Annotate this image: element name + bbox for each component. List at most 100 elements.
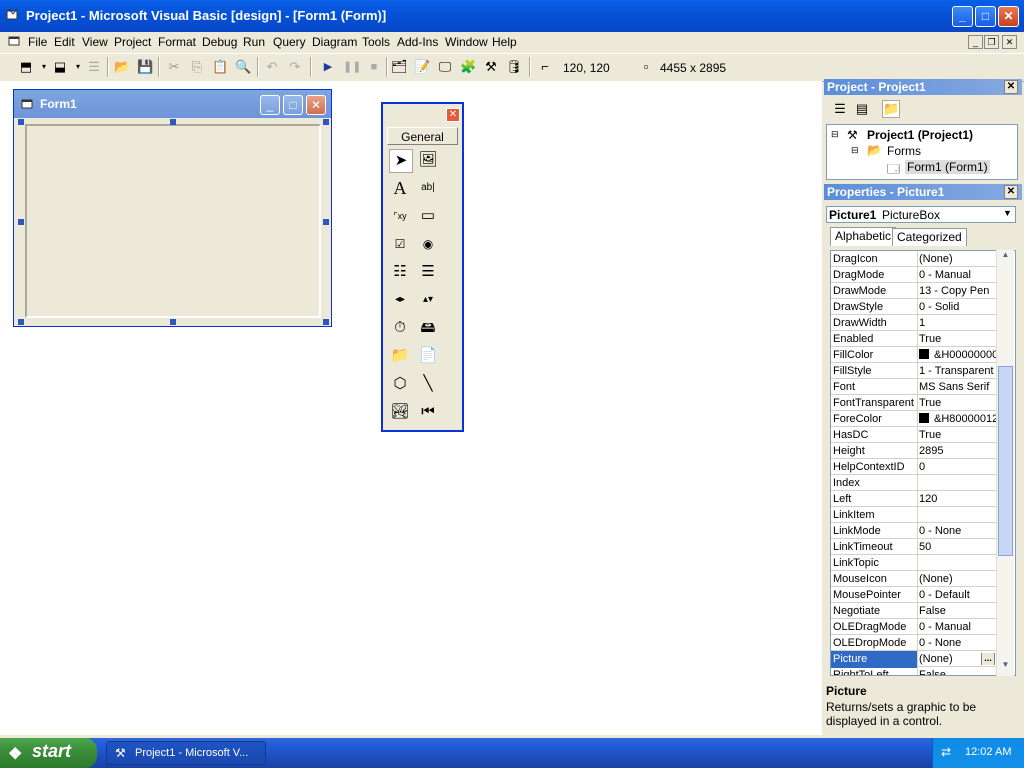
menu-add-ins[interactable]: Add-Ins	[397, 35, 438, 49]
property-row[interactable]: LinkTopic	[831, 555, 997, 571]
form-layout-icon[interactable]: 🖵	[437, 59, 453, 75]
paste-icon[interactable]: 📋	[212, 59, 228, 75]
collapse-icon[interactable]: ⊟	[831, 129, 839, 140]
menu-format[interactable]: Format	[158, 35, 196, 49]
property-row[interactable]: LinkTimeout 50	[831, 539, 997, 555]
redo-icon[interactable]: ↷	[287, 59, 303, 75]
tree-form1-item[interactable]: Form1 (Form1)	[905, 160, 990, 174]
object-browser-icon[interactable]: 🧩	[460, 59, 476, 75]
listbox-tool-icon[interactable]: ☰	[417, 261, 439, 283]
drivelistbox-tool-icon[interactable]: 🖴	[417, 317, 439, 339]
add-project-icon[interactable]: ⬒	[18, 59, 34, 75]
resize-handle[interactable]	[18, 119, 24, 125]
ellipsis-button[interactable]: ...	[981, 653, 995, 665]
filelistbox-tool-icon[interactable]: 📄	[417, 345, 439, 367]
taskbar-button-vb[interactable]: ⚒ Project1 - Microsoft V...	[106, 741, 266, 765]
toolbox-icon[interactable]: ⚒	[483, 59, 499, 75]
view-code-icon[interactable]: ☰	[832, 101, 848, 117]
save-icon[interactable]: 💾	[137, 59, 153, 75]
property-value[interactable]: 50	[919, 541, 997, 553]
open-folder-icon[interactable]: 📂	[114, 59, 130, 75]
property-row[interactable]: Height 2895	[831, 443, 997, 459]
data-tool-icon[interactable]: ⏮	[417, 401, 439, 423]
tab-alphabetic[interactable]: Alphabetic	[830, 227, 897, 246]
property-row[interactable]: ForeColor &H80000012	[831, 411, 997, 427]
property-row[interactable]: Picture (None)...	[831, 651, 997, 668]
pointer-tool-icon[interactable]: ➤	[389, 149, 413, 173]
end-icon[interactable]: ■	[366, 59, 382, 75]
property-row[interactable]: DrawMode 13 - Copy Pen	[831, 283, 997, 299]
property-value[interactable]: &H00000000	[919, 349, 997, 361]
menu-file[interactable]: File	[28, 35, 47, 49]
property-value[interactable]: False	[919, 669, 997, 675]
checkbox-tool-icon[interactable]: ☑	[389, 233, 411, 255]
chevron-down-icon[interactable]: ▼	[1003, 208, 1012, 218]
property-row[interactable]: Enabled True	[831, 331, 997, 347]
network-icon[interactable]: ⇄	[941, 745, 951, 759]
menu-project[interactable]: Project	[114, 35, 151, 49]
picturebox-tool-icon[interactable]: 🖼	[417, 149, 439, 171]
properties-panel-close-button[interactable]: ✕	[1004, 185, 1018, 199]
picture1-picturebox[interactable]	[25, 124, 321, 318]
cut-icon[interactable]: ✂	[166, 59, 182, 75]
combobox-tool-icon[interactable]: ☷	[389, 261, 411, 283]
tree-project-root[interactable]: Project1 (Project1)	[867, 128, 973, 142]
property-row[interactable]: Left 120	[831, 491, 997, 507]
properties-scrollbar[interactable]: ▲ ▼	[996, 250, 1014, 676]
frame-tool-icon[interactable]: ⌜xy	[389, 205, 411, 227]
resize-handle[interactable]	[323, 219, 329, 225]
menu-run[interactable]: Run	[243, 35, 265, 49]
toolbox-close-button[interactable]: ✕	[446, 108, 460, 122]
menu-editor-icon[interactable]: ☰	[86, 59, 102, 75]
scroll-thumb[interactable]	[998, 366, 1013, 556]
property-value[interactable]: (None)	[919, 253, 997, 265]
property-row[interactable]: OLEDropMode 0 - None	[831, 635, 997, 651]
form1-window[interactable]: Form1 _ □ ✕	[13, 89, 332, 327]
property-value[interactable]: 2895	[919, 445, 997, 457]
hscrollbar-tool-icon[interactable]: ◂▸	[389, 289, 411, 311]
form-close-button[interactable]: ✕	[306, 95, 326, 115]
property-row[interactable]: OLEDragMode 0 - Manual	[831, 619, 997, 635]
find-icon[interactable]: 🔍	[235, 59, 251, 75]
start-button[interactable]: ❖ start	[0, 738, 97, 768]
property-value[interactable]: 0 - None	[919, 637, 997, 649]
dirlistbox-tool-icon[interactable]: 📁	[389, 345, 411, 367]
mdi-minimize-button[interactable]: _	[968, 35, 983, 49]
collapse-icon[interactable]: ⊟	[851, 145, 859, 156]
property-row[interactable]: Index	[831, 475, 997, 491]
properties-window-icon[interactable]: 📝	[414, 59, 430, 75]
property-row[interactable]: DragIcon (None)	[831, 251, 997, 267]
form-maximize-button[interactable]: □	[283, 95, 303, 115]
menu-view[interactable]: View	[82, 35, 108, 49]
property-row[interactable]: DragMode 0 - Manual	[831, 267, 997, 283]
resize-handle[interactable]	[170, 319, 176, 325]
resize-handle[interactable]	[18, 219, 24, 225]
property-value[interactable]: True	[919, 397, 997, 409]
property-row[interactable]: FillColor &H00000000	[831, 347, 997, 363]
menu-query[interactable]: Query	[273, 35, 306, 49]
property-value[interactable]: 0 - Manual	[919, 621, 997, 633]
form1-title-bar[interactable]: Form1 _ □ ✕	[14, 90, 331, 118]
property-value[interactable]: False	[919, 605, 997, 617]
commandbutton-tool-icon[interactable]: ▭	[417, 205, 439, 227]
optionbutton-tool-icon[interactable]: ◉	[417, 233, 439, 255]
textbox-tool-icon[interactable]: ab|	[417, 177, 439, 199]
property-value[interactable]: &H80000012	[919, 413, 997, 425]
timer-tool-icon[interactable]: ⏱	[389, 317, 411, 339]
start-icon[interactable]: ▶	[320, 59, 336, 75]
menu-edit[interactable]: Edit	[54, 35, 75, 49]
mdi-restore-button[interactable]: ❐	[984, 35, 999, 49]
menu-window[interactable]: Window	[445, 35, 488, 49]
form-minimize-button[interactable]: _	[260, 95, 280, 115]
property-value[interactable]: 0	[919, 461, 997, 473]
label-tool-icon[interactable]: A	[389, 177, 411, 199]
close-button[interactable]: ✕	[998, 6, 1019, 27]
property-row[interactable]: FontTransparent True	[831, 395, 997, 411]
toggle-folders-icon[interactable]: 📁	[882, 100, 900, 118]
menu-tools[interactable]: Tools	[362, 35, 390, 49]
property-value[interactable]: 0 - Default	[919, 589, 997, 601]
property-row[interactable]: Font MS Sans Serif	[831, 379, 997, 395]
property-row[interactable]: Negotiate False	[831, 603, 997, 619]
property-row[interactable]: RightToLeft False	[831, 667, 997, 675]
menu-debug[interactable]: Debug	[202, 35, 237, 49]
